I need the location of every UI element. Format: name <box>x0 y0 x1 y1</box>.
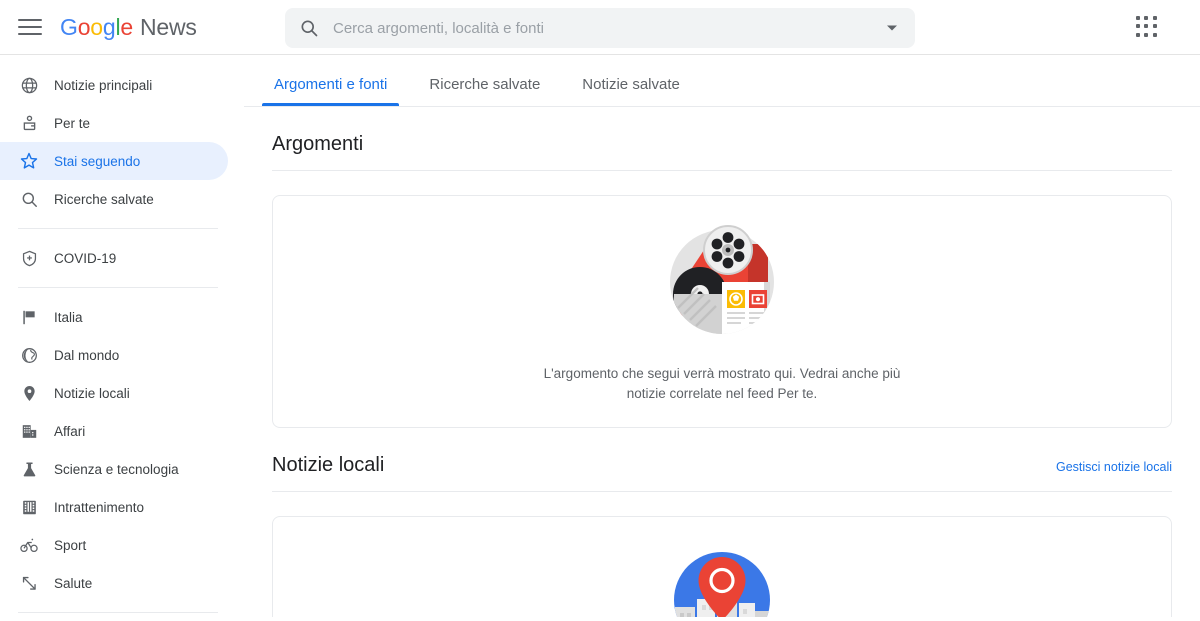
sidebar-item-sport[interactable]: Sport <box>0 526 228 564</box>
sidebar-item-label: Notizie principali <box>54 77 153 93</box>
search-icon <box>18 188 40 210</box>
flask-icon <box>18 458 40 480</box>
section-header: Argomenti <box>272 107 1172 171</box>
sidebar-item-notizie-locali[interactable]: Notizie locali <box>0 374 228 412</box>
local-news-map-pin-illustration <box>674 552 770 617</box>
content-tabs: Argomenti e fonti Ricerche salvate Notiz… <box>244 56 1200 107</box>
local-news-empty-card <box>272 516 1172 617</box>
tab-label: Argomenti e fonti <box>274 76 388 93</box>
logo-letter-o1: o <box>77 13 91 40</box>
manage-local-news-link[interactable]: Gestisci notizie locali <box>1056 460 1172 474</box>
sidebar-item-label: Notizie locali <box>54 385 130 401</box>
sidebar-item-label: Italia <box>54 309 83 325</box>
page-title: Argomenti <box>272 133 364 155</box>
apps-grid-icon[interactable] <box>1136 16 1158 38</box>
sidebar-item-label: Sport <box>54 537 87 553</box>
sidebar-item-ricerche-salvate[interactable]: Ricerche salvate <box>0 180 228 218</box>
sidebar-scrollbar-track[interactable] <box>232 56 473 617</box>
logo-word-news: News <box>140 13 197 40</box>
tab-label: Notizie salvate <box>582 76 680 93</box>
person-box-icon <box>18 112 40 134</box>
logo-letter-o2: o <box>90 13 103 40</box>
sidebar-item-label: Intrattenimento <box>54 499 145 515</box>
tab-label: Ricerche salvate <box>429 76 541 93</box>
sidebar-item-label: Stai seguendo <box>54 153 141 169</box>
bicycle-icon <box>18 534 40 556</box>
search-icon <box>299 18 319 38</box>
google-news-logo[interactable]: G o o g l e News <box>60 14 197 41</box>
sidebar-divider <box>18 228 218 229</box>
tab-argomenti-e-fonti[interactable]: Argomenti e fonti <box>261 76 400 106</box>
logo-letter-e: e <box>120 13 133 40</box>
topics-empty-card: L'argomento che segui verrà mostrato qui… <box>272 195 1172 429</box>
sidebar-divider <box>18 287 218 288</box>
search-bar[interactable] <box>285 8 915 48</box>
topics-empty-caption: L'argomento che segui verrà mostrato qui… <box>543 366 901 401</box>
sidebar-item-covid-19[interactable]: COVID-19 <box>0 239 228 277</box>
shield-plus-icon <box>18 247 40 269</box>
sidebar-item-dal-mondo[interactable]: Dal mondo <box>0 336 228 374</box>
sidebar-item-notizie-principali[interactable]: Notizie principali <box>0 66 228 104</box>
google-news-page: G o o g l e News Cerca argomenti, locali… <box>0 0 1200 621</box>
topics-media-illustration <box>670 225 774 334</box>
section-argomenti: Argomenti L'argomento che segui verrà mo… <box>244 107 1200 429</box>
flag-icon <box>18 306 40 328</box>
world-icon <box>18 344 40 366</box>
sidebar-item-label: Ricerche salvate <box>54 191 154 207</box>
section-notizie-locali: Notizie locali Gestisci notizie locali <box>244 428 1200 617</box>
section-header: Notizie locali Gestisci notizie locali <box>272 428 1172 493</box>
sidebar-item-label: Affari <box>54 423 86 439</box>
sidebar-item-label: Dal mondo <box>54 347 120 363</box>
sidebar-item-intrattenimento[interactable]: Intrattenimento <box>0 488 228 526</box>
sidebar-item-per-te[interactable]: Per te <box>0 104 228 142</box>
app-header: G o o g l e News <box>0 0 1200 55</box>
sidebar-item-salute[interactable]: Salute <box>0 564 228 602</box>
sidebar-item-label: Salute <box>54 575 93 591</box>
tab-notizie-salvate[interactable]: Notizie salvate <box>580 76 682 106</box>
sidebar: Notizie principali Per te Stai seguendo <box>0 56 233 617</box>
menu-icon[interactable] <box>18 15 42 39</box>
logo-letter-g: G <box>60 13 78 40</box>
globe-icon <box>18 74 40 96</box>
sidebar-item-scienza-e-tecnologia[interactable]: Scienza e tecnologia <box>0 450 228 488</box>
sidebar-item-label: Scienza e tecnologia <box>54 461 179 477</box>
sidebar-item-label: Per te <box>54 115 91 131</box>
building-icon <box>18 420 40 442</box>
tab-ricerche-salvate[interactable]: Ricerche salvate <box>427 76 542 106</box>
star-icon <box>18 150 40 172</box>
sidebar-item-stai-seguendo[interactable]: Stai seguendo <box>0 142 228 180</box>
sidebar-item-affari[interactable]: Affari <box>0 412 228 450</box>
heartbeat-arrows-icon <box>18 572 40 594</box>
chevron-down-icon[interactable] <box>877 24 907 32</box>
sidebar-item-label: COVID-19 <box>54 250 117 266</box>
film-reel <box>703 225 753 275</box>
main-content: Argomenti e fonti Ricerche salvate Notiz… <box>244 56 1200 617</box>
search-input[interactable] <box>333 19 877 37</box>
logo-letter-g2: g <box>102 13 116 40</box>
sidebar-item-italia[interactable]: Italia <box>0 298 228 336</box>
film-strip-icon <box>18 496 40 518</box>
section-title: Notizie locali <box>272 454 385 477</box>
sidebar-divider <box>18 612 218 613</box>
map-pin-icon <box>18 382 40 404</box>
